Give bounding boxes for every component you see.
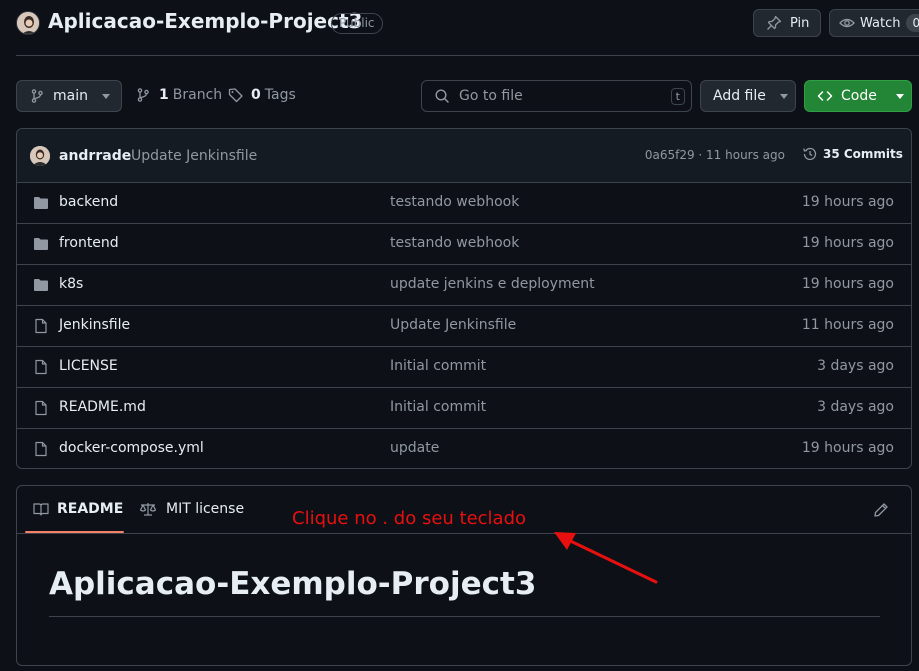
tab-readme[interactable]: README bbox=[33, 501, 123, 517]
commits-count: 35 Commits bbox=[823, 147, 903, 161]
tab-license[interactable]: MIT license bbox=[139, 501, 244, 517]
code-button[interactable]: Code bbox=[804, 80, 912, 112]
annotation-arrow bbox=[554, 532, 658, 584]
eye-icon bbox=[839, 18, 855, 28]
pencil-icon[interactable] bbox=[873, 502, 889, 518]
history-icon bbox=[803, 147, 817, 161]
file-commit-date: 19 hours ago bbox=[801, 194, 894, 210]
visibility-badge: Public bbox=[331, 13, 383, 34]
file-commit-message[interactable]: testando webhook bbox=[390, 194, 519, 210]
file-row: docker-compose.yml update 19 hours ago bbox=[17, 429, 911, 468]
file-commit-date: 3 days ago bbox=[817, 358, 894, 374]
active-tab-indicator bbox=[25, 531, 124, 533]
chevron-down-icon bbox=[101, 93, 110, 99]
pin-label: Pin bbox=[790, 15, 810, 31]
file-commit-date: 3 days ago bbox=[817, 399, 894, 415]
file-icon bbox=[35, 359, 47, 375]
search-icon bbox=[435, 89, 449, 103]
heading-rule bbox=[49, 616, 880, 617]
watch-button[interactable]: Watch 0 bbox=[829, 9, 919, 37]
file-commit-message[interactable]: update bbox=[390, 440, 439, 456]
file-commit-message[interactable]: Update Jenkinsfile bbox=[390, 317, 516, 333]
latest-commit-bar: andrrade Update Jenkinsfile 0a65f29 · 11… bbox=[17, 129, 911, 183]
file-icon bbox=[35, 441, 47, 457]
annotation-text: Clique no . do seu teclado bbox=[292, 508, 527, 529]
code-label: Code bbox=[841, 88, 877, 104]
go-to-file-placeholder: Go to file bbox=[459, 88, 523, 104]
folder-icon bbox=[34, 279, 48, 291]
tag-icon bbox=[228, 88, 243, 103]
file-name[interactable]: frontend bbox=[59, 235, 119, 251]
tag-label: Tags bbox=[264, 87, 296, 103]
pin-button[interactable]: Pin bbox=[753, 9, 821, 37]
file-row: Jenkinsfile Update Jenkinsfile 11 hours ag… bbox=[17, 306, 911, 347]
file-commit-message[interactable]: Initial commit bbox=[390, 358, 486, 374]
header-divider bbox=[16, 55, 919, 56]
file-name[interactable]: backend bbox=[59, 194, 118, 210]
file-commit-date: 11 hours ago bbox=[801, 317, 894, 333]
file-row: README.md Initial commit 3 days ago bbox=[17, 388, 911, 429]
tab-readme-label: README bbox=[57, 501, 124, 517]
branch-selector[interactable]: main bbox=[16, 80, 122, 112]
file-row: k8s update jenkins e deployment 19 hours a… bbox=[17, 265, 911, 306]
branch-count: 1 bbox=[159, 87, 169, 103]
branch-label: Branch bbox=[172, 87, 223, 103]
commit-author[interactable]: andrrade bbox=[59, 148, 131, 164]
repo-title[interactable]: Aplicacao-Exemplo-Project3 bbox=[48, 9, 362, 33]
chevron-down-icon bbox=[779, 93, 788, 99]
file-name[interactable]: README.md bbox=[59, 399, 146, 415]
law-icon bbox=[139, 503, 157, 516]
shortcut-key: t bbox=[670, 88, 685, 105]
go-to-file-input[interactable]: Go to file t bbox=[421, 80, 692, 112]
file-commit-date: 19 hours ago bbox=[801, 440, 894, 456]
file-icon bbox=[35, 318, 47, 334]
folder-icon bbox=[34, 197, 48, 209]
file-browser: andrrade Update Jenkinsfile 0a65f29 · 11… bbox=[16, 128, 912, 469]
tab-license-label: MIT license bbox=[166, 501, 245, 517]
owner-avatar[interactable] bbox=[16, 11, 40, 35]
file-name[interactable]: k8s bbox=[59, 276, 83, 292]
pin-icon bbox=[767, 15, 782, 30]
file-icon bbox=[35, 400, 47, 416]
chevron-down-icon bbox=[895, 93, 904, 99]
file-name[interactable]: Jenkinsfile bbox=[59, 317, 130, 333]
branches-link[interactable]: 1 Branch bbox=[135, 87, 222, 103]
file-row: LICENSE Initial commit 3 days ago bbox=[17, 347, 911, 388]
tag-count: 0 bbox=[251, 87, 261, 103]
repo-header: Aplicacao-Exemplo-Project3 Public Pin Wa… bbox=[0, 0, 919, 48]
folder-icon bbox=[34, 238, 48, 250]
code-icon bbox=[817, 91, 833, 101]
file-commit-message[interactable]: update jenkins e deployment bbox=[390, 276, 595, 292]
file-list: backend testando webhook 19 hours ago front… bbox=[17, 183, 911, 468]
commit-hash-time[interactable]: 0a65f29 · 11 hours ago bbox=[645, 148, 785, 162]
file-row: backend testando webhook 19 hours ago bbox=[17, 183, 911, 224]
file-commit-message[interactable]: Initial commit bbox=[390, 399, 486, 415]
tags-link[interactable]: 0 Tags bbox=[228, 87, 296, 103]
watch-label: Watch bbox=[860, 15, 901, 31]
commits-link[interactable]: 35 Commits bbox=[802, 146, 903, 162]
file-commit-message[interactable]: testando webhook bbox=[390, 235, 519, 251]
branch-name: main bbox=[53, 88, 88, 104]
add-file-button[interactable]: Add file bbox=[700, 80, 796, 112]
file-name[interactable]: LICENSE bbox=[59, 358, 118, 374]
author-avatar[interactable] bbox=[30, 146, 50, 166]
commit-message[interactable]: Update Jenkinsfile bbox=[131, 148, 257, 164]
book-icon bbox=[33, 503, 49, 516]
add-file-label: Add file bbox=[713, 88, 766, 104]
file-commit-date: 19 hours ago bbox=[801, 276, 894, 292]
watch-count: 0 bbox=[906, 14, 919, 32]
file-row: frontend testando webhook 19 hours ago bbox=[17, 224, 911, 265]
file-name[interactable]: docker-compose.yml bbox=[59, 440, 204, 456]
git-branch-icon bbox=[137, 88, 149, 102]
file-commit-date: 19 hours ago bbox=[801, 235, 894, 251]
git-branch-icon bbox=[31, 89, 43, 103]
readme-heading: Aplicacao-Exemplo-Project3 bbox=[49, 566, 537, 602]
